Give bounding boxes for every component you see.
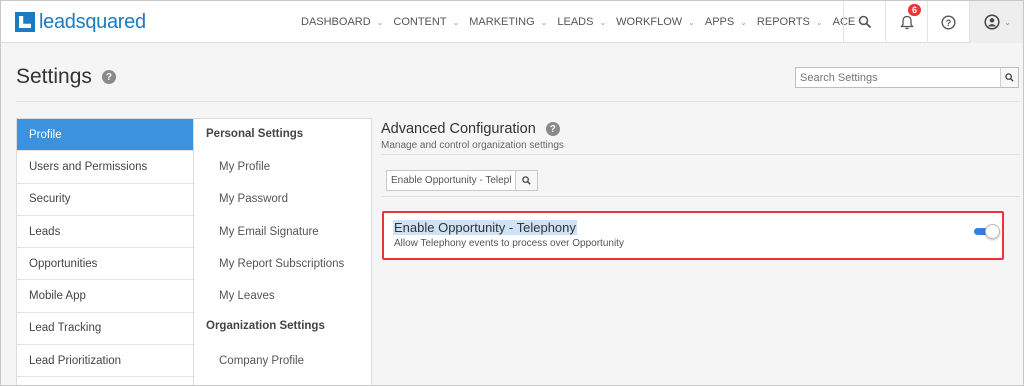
nav-label: MARKETING — [469, 16, 535, 28]
panel-subtitle: Manage and control organization settings — [381, 140, 564, 151]
user-menu-button[interactable]: ⌄ — [969, 1, 1023, 43]
menu-item-mobile-app[interactable]: Mobile App — [17, 280, 193, 313]
settings-submenu: Personal Settings My Profile My Password… — [193, 118, 372, 385]
search-settings-button[interactable] — [1000, 68, 1018, 87]
help-icon: ? — [941, 14, 956, 30]
menu-item-users-permissions[interactable]: Users and Permissions — [17, 151, 193, 184]
nav-workflow[interactable]: WORKFLOW ⌄ — [616, 16, 695, 28]
nav-label: CONTENT — [393, 16, 447, 28]
search-icon — [858, 15, 871, 29]
top-navbar: leadsquared DASHBOARD ⌄ CONTENT ⌄ MARKETIN… — [1, 1, 1023, 43]
search-icon — [1005, 73, 1014, 82]
submenu-my-report-subscriptions[interactable]: My Report Subscriptions — [194, 248, 371, 280]
nav-label: APPS — [704, 16, 735, 28]
setting-title: Enable Opportunity - Telephony — [393, 220, 577, 235]
panel-title: Advanced Configuration — [381, 121, 536, 137]
menu-item-security[interactable]: Security — [17, 184, 193, 216]
nav-search-button[interactable] — [843, 1, 885, 43]
settings-category-menu: Profile Users and Permissions Security L… — [16, 118, 194, 385]
divider — [381, 154, 1020, 155]
search-settings-input[interactable] — [796, 68, 1000, 87]
nav-label: LEADS — [557, 16, 594, 28]
logo-text: leadsquared — [39, 10, 146, 33]
filter-bar — [381, 168, 1020, 197]
menu-item-lead-tracking[interactable]: Lead Tracking — [17, 313, 193, 346]
help-icon[interactable]: ? — [545, 122, 560, 136]
chevron-down-icon: ⌄ — [599, 17, 607, 27]
nav-reports[interactable]: REPORTS ⌄ — [757, 16, 823, 28]
divider — [16, 101, 1020, 102]
submenu-my-leaves[interactable]: My Leaves — [194, 280, 371, 312]
filter-search — [386, 170, 538, 191]
chevron-down-icon: ⌄ — [740, 17, 747, 27]
page-title-row: Settings ? — [16, 65, 116, 89]
submenu-my-email-signature[interactable]: My Email Signature — [194, 216, 371, 248]
chevron-down-icon: ⌄ — [815, 17, 823, 27]
nav-content[interactable]: CONTENT ⌄ — [393, 16, 459, 28]
page-title: Settings — [16, 65, 92, 88]
svg-text:?: ? — [946, 18, 952, 28]
filter-search-button[interactable] — [515, 171, 537, 190]
divider — [381, 196, 1020, 197]
filter-input[interactable] — [387, 171, 515, 190]
bell-icon — [899, 15, 914, 29]
logo-mark-icon — [15, 12, 35, 32]
menu-item-lead-prioritization[interactable]: Lead Prioritization — [17, 345, 193, 378]
chevron-down-icon: ⌄ — [1004, 17, 1011, 27]
panel-title-row: Advanced Configuration ? — [381, 121, 560, 137]
menu-item-profile[interactable]: Profile — [17, 119, 193, 152]
organization-settings-header: Organization Settings — [206, 320, 325, 333]
nav-leads[interactable]: LEADS ⌄ — [557, 16, 606, 28]
nav-marketing[interactable]: MARKETING ⌄ — [469, 16, 547, 28]
notifications-button[interactable]: 6 — [885, 1, 927, 43]
nav-label: REPORTS — [756, 16, 810, 28]
user-icon — [984, 14, 1000, 30]
toggle-knob — [985, 224, 1000, 239]
menu-item-leads[interactable]: Leads — [17, 216, 193, 249]
menu-item-opportunities[interactable]: Opportunities — [17, 248, 193, 281]
nav-apps[interactable]: APPS ⌄ — [705, 16, 747, 28]
submenu-my-password[interactable]: My Password — [194, 183, 371, 215]
nav-label: DASHBOARD — [301, 16, 371, 28]
app-window: leadsquared DASHBOARD ⌄ CONTENT ⌄ MARKETIN… — [0, 0, 1024, 386]
main-nav: DASHBOARD ⌄ CONTENT ⌄ MARKETING ⌄ LEADS ⌄ WO… — [301, 1, 878, 43]
help-button[interactable]: ? — [927, 1, 969, 43]
logo[interactable]: leadsquared — [15, 11, 146, 33]
setting-description: Allow Telephony events to process over O… — [394, 238, 624, 249]
setting-toggle[interactable] — [972, 224, 1000, 239]
notification-badge: 6 — [908, 4, 922, 16]
personal-settings-header: Personal Settings — [206, 128, 304, 140]
nav-icon-group: 6 ? ⌄ — [843, 1, 1023, 43]
chevron-down-icon: ⌄ — [376, 17, 384, 27]
chevron-down-icon: ⌄ — [452, 17, 460, 27]
help-icon[interactable]: ? — [101, 70, 116, 84]
nav-dashboard[interactable]: DASHBOARD ⌄ — [301, 16, 383, 28]
settings-search — [795, 67, 1019, 88]
search-icon — [522, 176, 531, 185]
chevron-down-icon: ⌄ — [688, 17, 695, 27]
nav-label: WORKFLOW — [616, 16, 683, 28]
setting-card: Enable Opportunity - Telephony Allow Tel… — [382, 211, 1004, 260]
chevron-down-icon: ⌄ — [540, 17, 548, 27]
advanced-configuration-panel: Advanced Configuration ? Manage and cont… — [372, 118, 1020, 385]
submenu-my-profile[interactable]: My Profile — [194, 151, 371, 183]
submenu-company-profile[interactable]: Company Profile — [194, 344, 371, 376]
